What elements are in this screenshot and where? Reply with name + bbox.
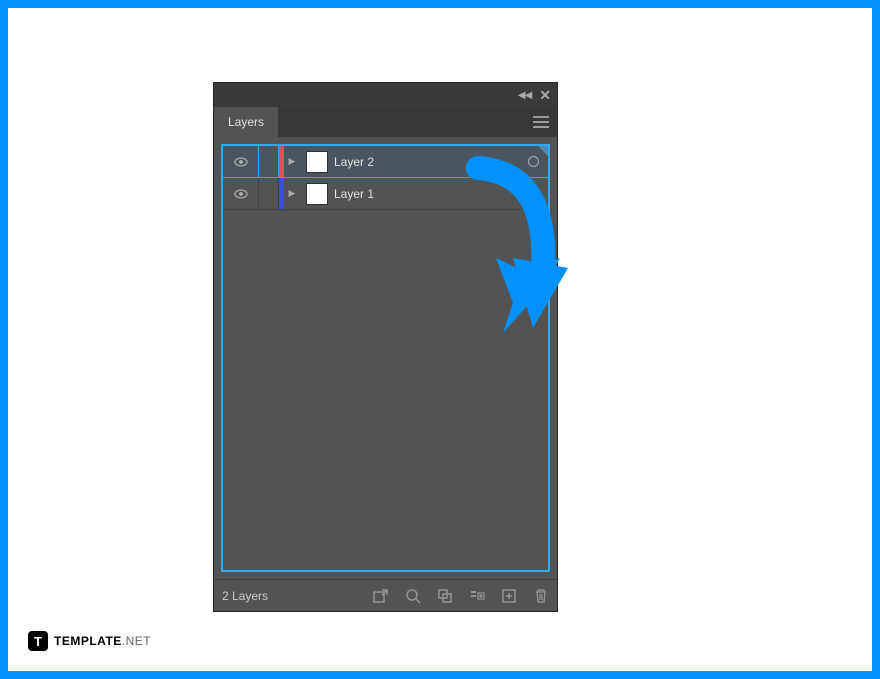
target-column[interactable]	[518, 156, 548, 167]
layer-name-label[interactable]: Layer 2	[334, 155, 518, 169]
trash-icon[interactable]	[533, 588, 549, 604]
collapse-icon[interactable]: ◀◀	[518, 90, 531, 101]
layers-tab-label: Layers	[228, 115, 264, 129]
layers-list[interactable]: ▶ Layer 2 ▶ Layer 1	[221, 144, 550, 572]
visibility-toggle[interactable]	[223, 178, 259, 209]
layer-thumbnail	[306, 183, 328, 205]
layer-row[interactable]: ▶ Layer 1	[223, 178, 548, 210]
disclosure-triangle[interactable]: ▶	[284, 188, 300, 199]
new-sublayer-icon[interactable]	[469, 588, 485, 604]
lock-toggle[interactable]	[259, 146, 279, 177]
brand-logo: T TEMPLATE.NET	[28, 631, 151, 651]
layers-tab[interactable]: Layers	[214, 107, 278, 137]
visibility-toggle[interactable]	[223, 146, 259, 177]
clipping-mask-icon[interactable]	[437, 588, 453, 604]
layers-panel: ◀◀ ✕ Layers ▶ Layer 2 ▶ Layer 1 2 Layers	[213, 82, 558, 612]
layer-row[interactable]: ▶ Layer 2	[223, 146, 548, 178]
layer-count-text: 2 Layers	[222, 589, 268, 603]
panel-bottom-bar: 2 Layers	[214, 579, 557, 611]
search-icon[interactable]	[405, 588, 421, 604]
disclosure-triangle[interactable]: ▶	[284, 156, 300, 167]
brand-logo-text: TEMPLATE.NET	[54, 634, 151, 648]
lock-toggle[interactable]	[259, 178, 279, 209]
layer-thumbnail	[306, 151, 328, 173]
eye-icon	[234, 155, 248, 169]
target-icon	[528, 156, 539, 167]
brand-logo-icon: T	[28, 631, 48, 651]
panel-titlebar: ◀◀ ✕	[214, 83, 557, 107]
locate-object-icon[interactable]	[373, 588, 389, 604]
new-layer-icon[interactable]	[501, 588, 517, 604]
close-icon[interactable]: ✕	[539, 87, 551, 104]
eye-icon	[234, 187, 248, 201]
panel-tab-bar: Layers	[214, 107, 557, 137]
layer-name-label[interactable]: Layer 1	[334, 187, 518, 201]
panel-menu-icon[interactable]	[533, 116, 549, 128]
